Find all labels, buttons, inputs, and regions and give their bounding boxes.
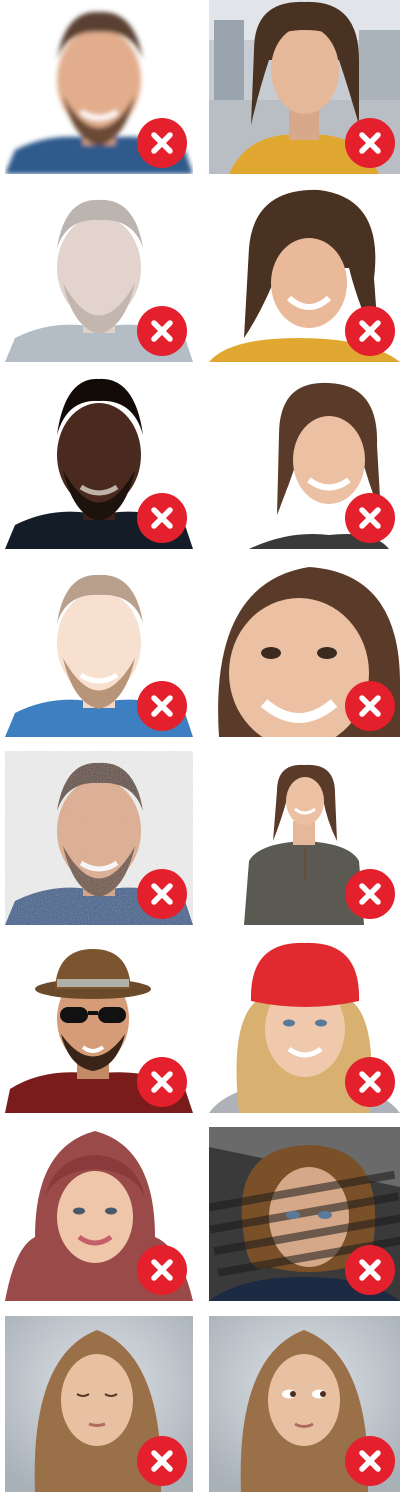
photo-tile-man-dark [5,375,193,549]
photo-tile-man-noisy [5,751,193,925]
cross-icon [151,1259,173,1281]
photo-tile-man-hat-sunglasses [5,939,193,1113]
photo-tile-woman-headscarf [5,1127,193,1301]
rejected-badge [137,681,187,731]
rejected-badge [345,118,395,168]
cross-icon [151,320,173,342]
rejected-badge [137,869,187,919]
rejected-badge [345,681,395,731]
photo-tile-man-washed-out [5,188,193,362]
cross-icon [359,883,381,905]
rejected-badge [137,1057,187,1107]
cross-icon [151,883,173,905]
rejected-badge [345,306,395,356]
cross-icon [359,507,381,529]
photo-tile-woman-looking-down [209,188,400,362]
photo-tile-man-overexposed [5,563,193,737]
rejected-badge [137,493,187,543]
photo-tile-woman-red-beanie [209,939,400,1113]
rejected-badge [137,1436,187,1486]
rejected-badge [137,306,187,356]
photo-tile-woman-too-small [209,375,400,549]
photo-tile-man-blurred [5,0,193,174]
cross-icon [359,1259,381,1281]
rejected-badge [137,1245,187,1295]
rejected-badge [345,869,395,919]
cross-icon [359,1450,381,1472]
rejected-badge [345,1057,395,1107]
cross-icon [151,1450,173,1472]
photo-tile-woman-eyes-sideways [209,1316,400,1492]
cross-icon [151,132,173,154]
rejected-badge [137,118,187,168]
cross-icon [359,1071,381,1093]
cross-icon [359,132,381,154]
photo-tile-woman-office-bg [209,0,400,174]
photo-tile-woman-too-close [209,563,400,737]
cross-icon [359,695,381,717]
rejected-badge [345,1245,395,1295]
cross-icon [151,507,173,529]
rejected-badge [345,1436,395,1486]
photo-tile-woman-full-body [209,751,400,925]
cross-icon [151,695,173,717]
photo-tile-woman-eyes-closed [5,1316,193,1492]
photo-tile-girl-shadow-stripes [209,1127,400,1301]
cross-icon [359,320,381,342]
rejected-badge [345,493,395,543]
cross-icon [151,1071,173,1093]
photo-examples-grid [0,0,400,1492]
